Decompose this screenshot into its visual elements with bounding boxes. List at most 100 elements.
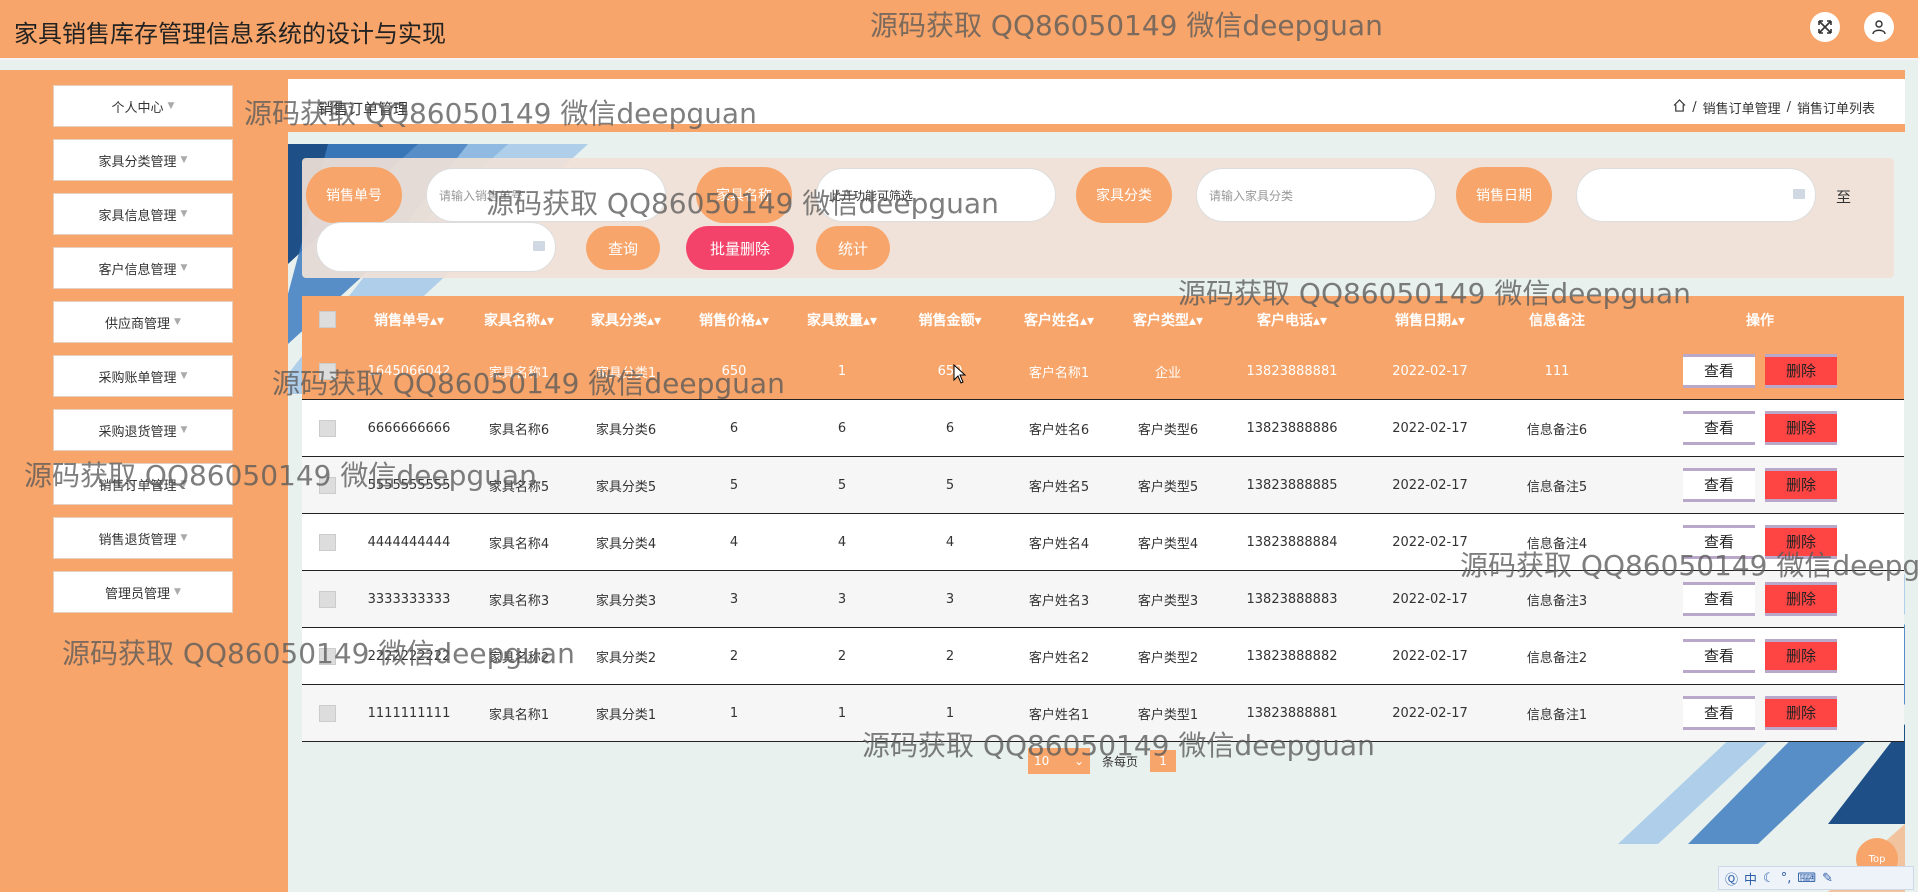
- table-cell: 2: [680, 627, 788, 685]
- table-cell: 2022-02-17: [1362, 513, 1498, 571]
- sidebar-item-purchase-return[interactable]: 采购退货管理 ▼: [53, 409, 233, 451]
- table-cell: 2022-02-17: [1362, 570, 1498, 628]
- batch-delete-button[interactable]: 批量删除: [686, 226, 794, 270]
- page-size-select[interactable]: 10 ⌄: [1028, 748, 1090, 774]
- delete-button[interactable]: 删除: [1765, 582, 1837, 616]
- row-checkbox[interactable]: [318, 476, 336, 494]
- delete-button[interactable]: 删除: [1765, 411, 1837, 445]
- table-cell: 客户类型3: [1114, 570, 1222, 628]
- chevron-down-icon: ▼: [174, 317, 181, 327]
- chevron-down-icon: ▼: [167, 101, 175, 111]
- table-cell: 客户类型4: [1114, 513, 1222, 571]
- ime-toolbar[interactable]: Ⓠ 中 ☾ °, ⌨ ✎: [1718, 866, 1914, 890]
- per-page-label: 条每页: [1102, 754, 1139, 769]
- sidebar-item-personal-center[interactable]: 个人中心 ▼: [53, 85, 233, 127]
- table-row[interactable]: 6666666666 家具名称6 家具分类6 6 6 6 客户姓名6 客户类型6 1382388…: [302, 399, 1904, 457]
- table-cell: 客户名称1: [1004, 343, 1114, 400]
- view-button[interactable]: 查看: [1683, 354, 1755, 388]
- select-all-checkbox[interactable]: [318, 311, 336, 328]
- table-cell: 13823888882: [1222, 627, 1362, 685]
- column-header[interactable]: 家具数量▴▾: [788, 296, 896, 343]
- column-header[interactable]: 家具分类▴▾: [572, 296, 680, 343]
- column-header[interactable]: 销售价格▴▾: [680, 296, 788, 343]
- column-header[interactable]: 客户类型▴▾: [1114, 296, 1222, 343]
- table-cell: 客户姓名4: [1004, 513, 1114, 571]
- chevron-down-icon: ⌄: [1073, 754, 1084, 768]
- table-cell: 家具分类4: [572, 513, 680, 571]
- table-cell: 111: [1498, 343, 1616, 400]
- column-header[interactable]: 客户姓名▴▾: [1004, 296, 1114, 343]
- row-checkbox[interactable]: [318, 704, 336, 722]
- date-end-input[interactable]: [316, 222, 556, 272]
- delete-button[interactable]: 删除: [1765, 639, 1837, 673]
- chevron-down-icon: ▼: [174, 587, 181, 597]
- category-input[interactable]: 请输入家具分类: [1196, 168, 1436, 222]
- page-number[interactable]: 1: [1150, 750, 1177, 772]
- table-row[interactable]: 1645066042 家具名称1 家具分类1 650 1 650 客户名称1 企业 138238…: [302, 343, 1904, 400]
- table-cell: 2: [896, 627, 1004, 685]
- row-checkbox[interactable]: [318, 419, 336, 437]
- sidebar-item-sales-return[interactable]: 销售退货管理 ▼: [53, 517, 233, 559]
- table-cell: 4: [680, 513, 788, 571]
- sidebar-item-customer[interactable]: 客户信息管理 ▼: [53, 247, 233, 289]
- table-cell: 4: [896, 513, 1004, 571]
- view-button[interactable]: 查看: [1683, 639, 1755, 673]
- ime-mode-label: 中: [1744, 872, 1758, 888]
- row-checkbox[interactable]: [318, 362, 336, 380]
- sidebar-item-supplier[interactable]: 供应商管理 ▼: [53, 301, 233, 343]
- delete-button[interactable]: 删除: [1765, 696, 1837, 730]
- table-cell: 客户类型6: [1114, 399, 1222, 457]
- table-cell: 2: [788, 627, 896, 685]
- column-header[interactable]: 家具名称▴▾: [466, 296, 572, 343]
- table-cell: 1111111111: [352, 684, 466, 742]
- column-header[interactable]: 销售单号▴▾: [352, 296, 466, 343]
- table-row[interactable]: 1111111111 家具名称1 家具分类1 1 1 1 客户姓名1 客户类型1 1382388…: [302, 684, 1904, 742]
- view-button[interactable]: 查看: [1683, 582, 1755, 616]
- view-button[interactable]: 查看: [1683, 411, 1755, 445]
- query-button[interactable]: 查询: [586, 226, 660, 270]
- date-start-input[interactable]: [1576, 168, 1816, 222]
- table-cell: 3: [788, 570, 896, 628]
- row-checkbox[interactable]: [318, 590, 336, 608]
- table-row[interactable]: 2222222222 家具名称2 家具分类2 2 2 2 客户姓名2 客户类型2 1382388…: [302, 627, 1904, 685]
- table-cell: 1: [680, 684, 788, 742]
- delete-button[interactable]: 删除: [1765, 525, 1837, 559]
- view-button[interactable]: 查看: [1683, 696, 1755, 730]
- sidebar-item-admin[interactable]: 管理员管理 ▼: [53, 571, 233, 613]
- table-cell: 客户类型1: [1114, 684, 1222, 742]
- stats-button[interactable]: 统计: [816, 226, 890, 270]
- table-cell: 3333333333: [352, 570, 466, 628]
- row-checkbox[interactable]: [318, 647, 336, 665]
- fullscreen-icon[interactable]: [1810, 12, 1840, 42]
- table-cell: 信息备注6: [1498, 399, 1616, 457]
- table-row[interactable]: 4444444444 家具名称4 家具分类4 4 4 4 客户姓名4 客户类型4 1382388…: [302, 513, 1904, 571]
- sidebar-item-furniture[interactable]: 家具信息管理 ▼: [53, 193, 233, 235]
- sidebar-item-purchase-bill[interactable]: 采购账单管理 ▼: [53, 355, 233, 397]
- home-icon[interactable]: [1673, 99, 1686, 116]
- column-header[interactable]: 销售金额▾: [896, 296, 1004, 343]
- sidebar-item-category[interactable]: 家具分类管理 ▼: [53, 139, 233, 181]
- table-cell: 家具分类1: [572, 343, 680, 400]
- column-header[interactable]: 客户电话▴▾: [1222, 296, 1362, 343]
- delete-button[interactable]: 删除: [1765, 354, 1837, 388]
- table-cell: 5555555555: [352, 456, 466, 514]
- order-no-input[interactable]: 请输入销售单号: [426, 168, 666, 222]
- breadcrumb-item[interactable]: 销售订单管理: [1703, 98, 1781, 117]
- user-icon[interactable]: [1864, 12, 1894, 42]
- table-cell: 6: [896, 399, 1004, 457]
- delete-button[interactable]: 删除: [1765, 468, 1837, 502]
- chevron-down-icon: ▼: [180, 479, 188, 489]
- table-cell: 家具名称5: [466, 456, 572, 514]
- view-button[interactable]: 查看: [1683, 525, 1755, 559]
- sidebar-item-sales-order[interactable]: 销售订单管理 ▼: [53, 463, 233, 505]
- table-row[interactable]: 3333333333 家具名称3 家具分类3 3 3 3 客户姓名3 客户类型3 1382388…: [302, 570, 1904, 628]
- furniture-name-label: 家具名称: [696, 167, 792, 223]
- column-header[interactable]: 销售日期▴▾: [1362, 296, 1498, 343]
- row-checkbox[interactable]: [318, 533, 336, 551]
- filter-panel: 销售单号 请输入销售单号 家具名称 此开功能可筛选 家具分类 请输入家具分类 销…: [302, 158, 1894, 278]
- wrench-icon: ✎: [1822, 870, 1833, 886]
- table-row[interactable]: 5555555555 家具名称5 家具分类5 5 5 5 客户姓名5 客户类型5 1382388…: [302, 456, 1904, 514]
- furniture-name-select[interactable]: 此开功能可筛选: [816, 168, 1056, 222]
- view-button[interactable]: 查看: [1683, 468, 1755, 502]
- table-cell: 5: [680, 456, 788, 514]
